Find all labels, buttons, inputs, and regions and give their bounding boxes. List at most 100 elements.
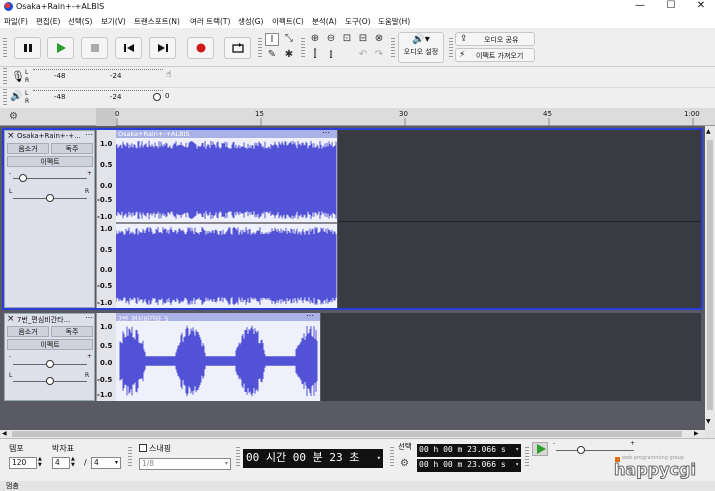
redo-icon[interactable]: ↷ (372, 49, 386, 62)
vertical-scrollbar[interactable]: ▲ ▼ (705, 126, 715, 430)
play-at-speed-button[interactable] (532, 442, 548, 456)
skip-end-button[interactable] (149, 37, 176, 59)
share-audio-button[interactable]: ⇪ 오디오 공유 (455, 32, 535, 46)
selection-end-field[interactable]: 00 h 00 m 23.066 s ▾ (417, 459, 521, 472)
track-2-clip[interactable]: 7번_편심비간타_5 ⋯ (116, 311, 320, 401)
menu-effect[interactable]: 이펙트(C) (272, 16, 304, 27)
fit-project-icon[interactable]: ⊟ (356, 33, 370, 46)
effects-button[interactable]: 이펙트 (7, 156, 93, 167)
toolbar-grip[interactable] (390, 447, 394, 467)
snap-checkbox[interactable] (139, 444, 147, 452)
loop-button[interactable] (224, 37, 251, 59)
menu-transport[interactable]: 트랜스포트(N) (134, 16, 180, 27)
gain-slider-knob[interactable] (19, 174, 27, 182)
silence-audio-icon[interactable]: ⫾ (324, 49, 338, 62)
solo-button[interactable]: 독주 (51, 326, 93, 337)
maximize-button[interactable]: ☐ (656, 0, 686, 13)
playback-meter[interactable] (33, 90, 163, 104)
stop-button[interactable] (81, 37, 108, 59)
mute-button[interactable]: 음소거 (7, 326, 49, 337)
solo-button[interactable]: 독주 (51, 143, 93, 154)
menu-edit[interactable]: 편집(E) (36, 16, 60, 27)
scroll-up-icon[interactable]: ▲ (706, 128, 711, 135)
effects-button[interactable]: 이펙트 (7, 339, 93, 350)
toolbar-grip[interactable] (236, 447, 240, 467)
clip-menu-icon[interactable]: ⋯ (306, 311, 314, 320)
track-menu-icon[interactable]: ⋯ (85, 130, 93, 139)
speaker-icon[interactable]: 🔊 (10, 91, 22, 102)
menu-analyze[interactable]: 분석(A) (312, 16, 337, 27)
menu-tools[interactable]: 도구(O) (345, 16, 371, 27)
track-1-control-panel[interactable]: × Osaka+Rain+-+... ⋯ 음소거 독주 이펙트 - + L R (4, 130, 95, 308)
pause-button[interactable] (14, 37, 41, 59)
gain-slider-knob[interactable] (46, 360, 54, 368)
menu-file[interactable]: 파일(F) (4, 16, 28, 27)
playback-speed-slider[interactable] (556, 450, 634, 451)
track-2-empty-area[interactable] (321, 313, 701, 401)
track-2-control-panel[interactable]: × 7번_편심비간타... ⋯ 음소거 독주 이펙트 - + L R (4, 313, 95, 401)
get-effects-button[interactable]: ⚡ 이펙트 가져오기 (455, 48, 535, 62)
draw-tool-icon[interactable]: ✎ (265, 49, 279, 62)
selection-start-field[interactable]: 00 h 00 m 23.066 s ▾ (417, 444, 521, 457)
menu-select[interactable]: 선택(S) (68, 16, 92, 27)
zoom-toggle-icon[interactable]: ⊗ (372, 33, 386, 46)
zoom-in-icon[interactable]: ⊕ (308, 33, 322, 46)
record-meter[interactable] (33, 69, 163, 83)
scroll-left-icon[interactable]: ◀ (2, 430, 7, 437)
toolbar-grip[interactable] (258, 38, 262, 58)
track-close-icon[interactable]: × (7, 314, 15, 324)
track-1-empty-area[interactable] (338, 130, 701, 308)
selection-tool-icon[interactable]: I (265, 33, 279, 46)
toolbar-grip[interactable] (3, 38, 7, 58)
play-button[interactable] (47, 37, 74, 59)
envelope-tool-icon[interactable]: ⤡ (282, 33, 296, 46)
horizontal-scroll-thumb[interactable] (12, 431, 682, 437)
scroll-right-icon[interactable]: ▶ (694, 430, 699, 437)
toolbar-grip[interactable] (525, 447, 529, 467)
clip-name[interactable]: Osaka+Rain+-+ALBIS (118, 130, 190, 138)
numerator-stepper-icon[interactable]: ▲ ▼ (71, 456, 75, 468)
playback-level-knob[interactable] (153, 93, 161, 101)
close-button[interactable]: ✕ (686, 0, 715, 13)
multi-tool-icon[interactable]: ✱ (282, 49, 296, 62)
mute-button[interactable]: 음소거 (7, 143, 49, 154)
track-close-icon[interactable]: × (7, 131, 15, 141)
tempo-stepper-icon[interactable]: ▲ ▼ (38, 456, 42, 468)
menu-help[interactable]: 도움말(H) (378, 16, 410, 27)
toolbar-grip[interactable] (301, 38, 305, 58)
fit-selection-icon[interactable]: ⊡ (340, 33, 354, 46)
track-1-name[interactable]: Osaka+Rain+-+... (17, 132, 81, 140)
minimize-button[interactable]: — (625, 0, 655, 13)
vertical-scroll-thumb[interactable] (707, 140, 713, 410)
record-button[interactable] (187, 37, 214, 59)
scroll-down-icon[interactable]: ▼ (706, 418, 711, 425)
toolbar-grip[interactable] (3, 89, 7, 106)
undo-icon[interactable]: ↶ (356, 49, 370, 62)
snap-select[interactable]: 1/8 ▾ (139, 458, 231, 470)
toolbar-grip[interactable] (391, 38, 395, 58)
toolbar-grip[interactable] (449, 38, 453, 58)
playback-speed-knob[interactable] (577, 446, 585, 454)
horizontal-scrollbar[interactable]: ◀ ▶ (0, 430, 705, 438)
selection-settings-gear-icon[interactable]: ⚙ (400, 458, 409, 469)
time-signature-numerator[interactable]: 4 (52, 457, 70, 469)
menu-generate[interactable]: 생성(G) (238, 16, 263, 27)
menu-view[interactable]: 보기(V) (101, 16, 126, 27)
skip-start-button[interactable] (115, 37, 142, 59)
time-display[interactable]: 00 시간 00 분 23 초 ▾ (243, 449, 383, 468)
toolbar-grip[interactable] (3, 68, 7, 85)
microphone-icon[interactable]: 🎙 (11, 70, 25, 83)
audio-setup-button[interactable]: 🔊▾ 오디오 설정 (398, 32, 444, 63)
time-signature-denominator[interactable]: 4 ▾ (91, 457, 121, 469)
toolbar-grip[interactable] (128, 447, 132, 467)
menu-tracks[interactable]: 여러 트랙(T) (190, 16, 230, 27)
tempo-input[interactable]: 120 (9, 457, 37, 469)
trim-audio-icon[interactable]: ⫿ (308, 49, 322, 62)
pan-slider-knob[interactable] (46, 194, 54, 202)
track-2-name[interactable]: 7번_편심비간타... (17, 315, 70, 325)
zoom-out-icon[interactable]: ⊖ (324, 33, 338, 46)
pan-slider-knob[interactable] (46, 377, 54, 385)
track-1-clip[interactable]: Osaka+Rain+-+ALBIS ⋯ (116, 128, 337, 308)
clip-menu-icon[interactable]: ⋯ (322, 128, 330, 137)
track-menu-icon[interactable]: ⋯ (85, 313, 93, 322)
